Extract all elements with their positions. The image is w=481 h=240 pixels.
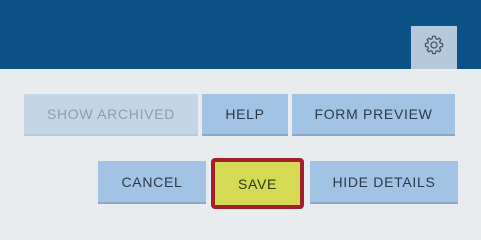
cancel-button[interactable]: CANCEL xyxy=(98,161,206,204)
save-button[interactable]: SAVE xyxy=(211,158,304,209)
show-archived-button[interactable]: SHOW ARCHIVED xyxy=(24,94,198,136)
form-preview-label: FORM PREVIEW xyxy=(314,106,433,122)
save-label: SAVE xyxy=(237,175,278,192)
show-archived-label: SHOW ARCHIVED xyxy=(46,106,176,122)
help-label: HELP xyxy=(225,106,265,122)
cancel-label: CANCEL xyxy=(121,173,183,190)
hide-details-button[interactable]: HIDE DETAILS xyxy=(310,161,458,204)
gear-icon xyxy=(423,34,445,61)
settings-button[interactable] xyxy=(411,26,457,69)
help-button[interactable]: HELP xyxy=(202,94,288,136)
top-header-bar xyxy=(0,0,481,69)
hide-details-label: HIDE DETAILS xyxy=(332,173,436,190)
form-preview-button[interactable]: FORM PREVIEW xyxy=(292,94,455,136)
